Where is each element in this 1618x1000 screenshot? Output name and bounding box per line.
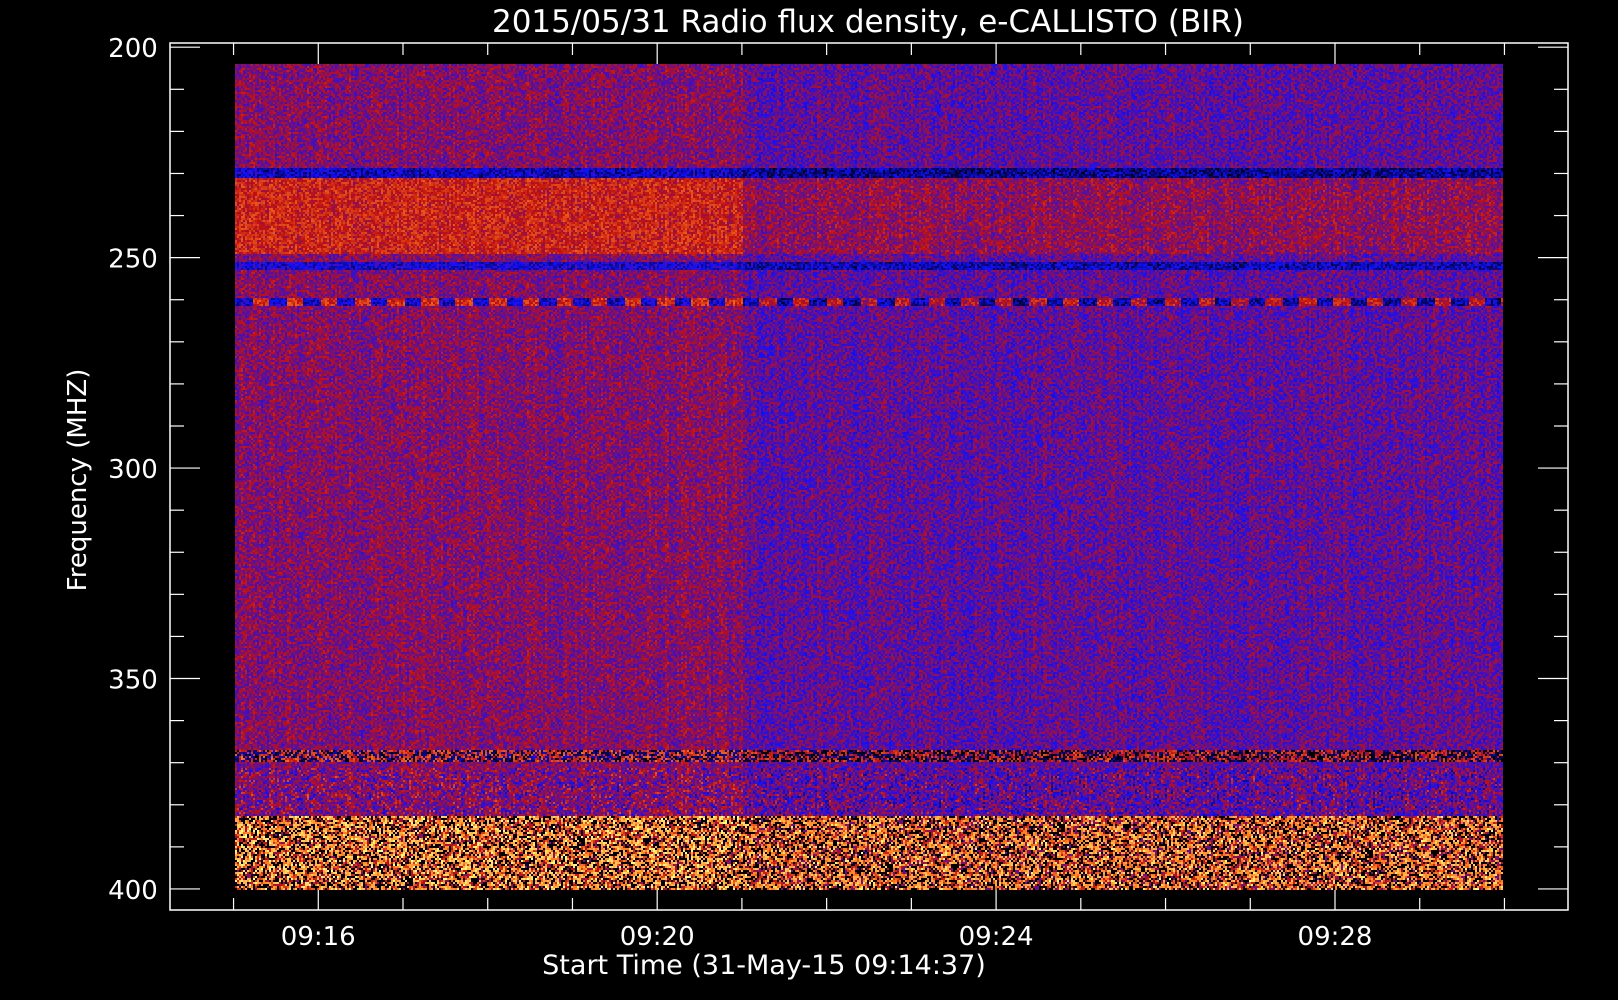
x-tick-labels: 09:16 09:20 09:24 09:28 — [281, 922, 1373, 952]
y-tick-labels: 200 250 300 350 400 — [108, 34, 158, 906]
y-tick-label: 250 — [108, 245, 158, 275]
x-tick-label: 09:20 — [620, 922, 695, 952]
x-axis-label: Start Time (31-May-15 09:14:37) — [542, 950, 986, 981]
x-tick-label: 09:16 — [281, 922, 356, 952]
y-tick-label: 200 — [108, 34, 158, 64]
x-tick-label: 09:28 — [1298, 922, 1373, 952]
spectrogram-heatmap — [235, 64, 1503, 890]
y-tick-label: 350 — [108, 666, 158, 696]
y-axis-label: Frequency (MHZ) — [63, 369, 93, 592]
chart-title: 2015/05/31 Radio flux density, e-CALLIST… — [492, 4, 1244, 40]
y-tick-label: 400 — [108, 876, 158, 906]
y-tick-label: 300 — [108, 455, 158, 485]
x-tick-label: 09:24 — [959, 922, 1034, 952]
